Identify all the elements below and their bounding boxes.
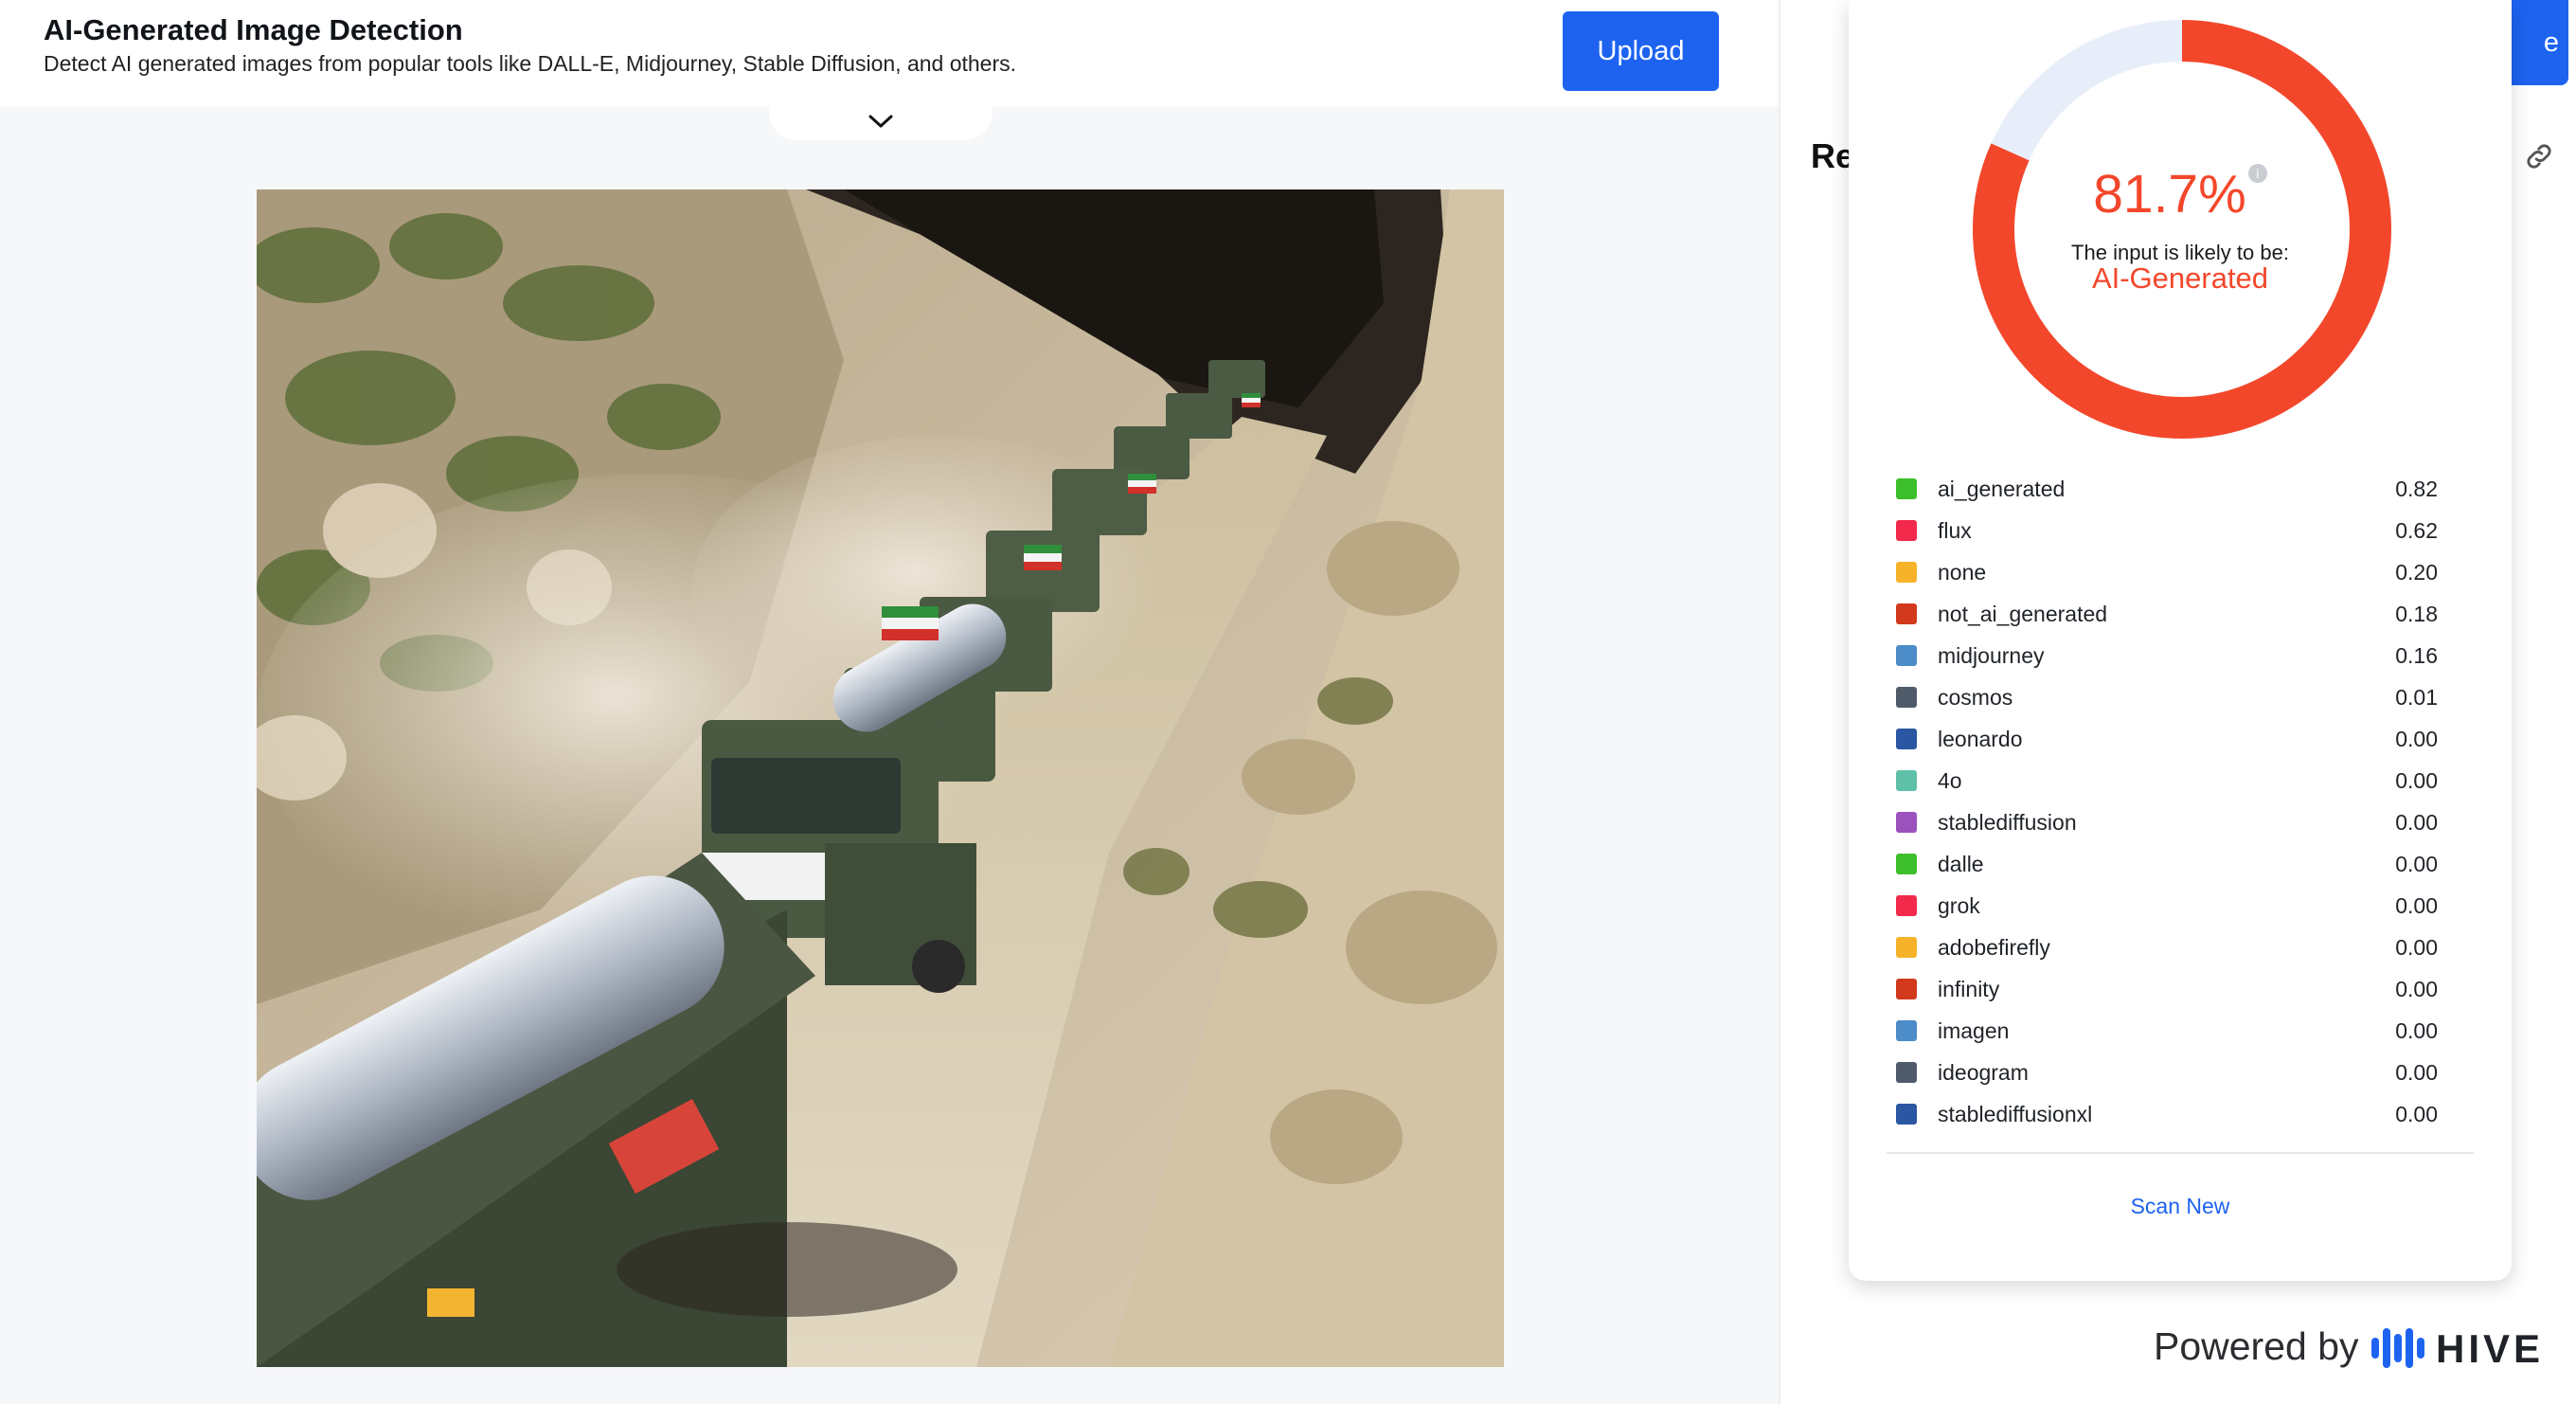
class-score: 0.16 (2395, 642, 2438, 668)
class-score: 0.62 (2395, 517, 2438, 543)
legend-swatch (1896, 729, 1917, 749)
class-score-row: grok 0.00 (1894, 885, 2438, 927)
class-score-row: 4o 0.00 (1894, 760, 2438, 801)
class-score-row: ai_generated 0.82 (1894, 468, 2438, 510)
header-bar: AI-Generated Image Detection Detect AI g… (0, 0, 1779, 106)
class-name: dalle (1938, 851, 1984, 876)
hive-logo[interactable]: HIVE (2370, 1317, 2559, 1377)
class-score-row: stablediffusion 0.00 (1894, 801, 2438, 843)
legend-swatch (1896, 770, 1917, 791)
class-name: 4o (1938, 767, 1962, 793)
class-name: stablediffusion (1938, 809, 2077, 835)
class-score: 0.00 (2395, 976, 2438, 1001)
legend-swatch (1896, 645, 1917, 666)
chevron-down-icon (868, 115, 893, 128)
legend-swatch (1896, 937, 1917, 958)
class-score: 0.20 (2395, 559, 2438, 585)
class-score-row: cosmos 0.01 (1894, 676, 2438, 718)
class-name: leonardo (1938, 726, 2023, 751)
class-name: none (1938, 559, 1987, 585)
link-icon[interactable] (2523, 140, 2555, 172)
legend-swatch (1896, 478, 1917, 499)
hive-brand-text: HIVE (2436, 1326, 2544, 1371)
class-score: 0.00 (2395, 767, 2438, 793)
powered-by-label: Powered by (2154, 1324, 2359, 1368)
legend-swatch (1896, 1062, 1917, 1083)
legend-swatch (1896, 1104, 1917, 1125)
class-name: stablediffusionxl (1938, 1101, 2093, 1126)
class-name: adobefirefly (1938, 934, 2050, 960)
class-score: 0.18 (2395, 601, 2438, 626)
page-subtitle: Detect AI generated images from popular … (44, 51, 1017, 76)
class-name: imagen (1938, 1017, 2010, 1043)
class-score-row: none 0.20 (1894, 551, 2438, 593)
page-title: AI-Generated Image Detection (44, 13, 463, 46)
detection-result-card: 81.7% i The input is likely to be: AI-Gen… (1849, 0, 2512, 1281)
class-score-row: ideogram 0.00 (1894, 1052, 2438, 1093)
class-name: midjourney (1938, 642, 2045, 668)
class-score: 0.00 (2395, 809, 2438, 835)
legend-swatch (1896, 520, 1917, 541)
legend-swatch (1896, 562, 1917, 583)
score-percentage-value: 81.7% (2093, 164, 2246, 225)
legend-swatch (1896, 687, 1917, 708)
class-score-row: leonardo 0.00 (1894, 718, 2438, 760)
convoy-photo (257, 189, 1504, 1367)
score-percentage: 81.7% i (1849, 163, 2512, 225)
class-score-row: imagen 0.00 (1894, 1010, 2438, 1052)
class-name: flux (1938, 517, 1972, 543)
class-name: ideogram (1938, 1059, 2029, 1085)
verdict-label: AI-Generated (2091, 261, 2269, 295)
class-score: 0.00 (2395, 1017, 2438, 1043)
legend-swatch (1896, 603, 1917, 624)
card-divider (1887, 1152, 2474, 1154)
class-score: 0.00 (2395, 1101, 2438, 1126)
class-score: 0.00 (2395, 892, 2438, 918)
legend-swatch (1896, 979, 1917, 999)
class-score-row: midjourney 0.16 (1894, 635, 2438, 676)
scan-new-link[interactable]: Scan New (1849, 1194, 2512, 1219)
score-donut-chart (1973, 20, 2391, 439)
legend-swatch (1896, 854, 1917, 874)
class-score-row: dalle 0.00 (1894, 843, 2438, 885)
class-score: 0.00 (2395, 1059, 2438, 1085)
class-score-row: not_ai_generated 0.18 (1894, 593, 2438, 635)
class-score-row: adobefirefly 0.00 (1894, 927, 2438, 968)
class-name: infinity (1938, 976, 2000, 1001)
legend-swatch (1896, 895, 1917, 916)
class-name: cosmos (1938, 684, 2013, 710)
class-score: 0.82 (2395, 476, 2438, 501)
info-icon[interactable]: i (2247, 164, 2267, 183)
class-score-list: ai_generated 0.82 flux 0.62 none 0.20 not_ai_g… (1894, 468, 2438, 1135)
class-score: 0.01 (2395, 684, 2438, 710)
class-score: 0.00 (2395, 851, 2438, 876)
class-name: grok (1938, 892, 1980, 918)
class-score-row: stablediffusionxl 0.00 (1894, 1093, 2438, 1135)
legend-swatch (1896, 812, 1917, 833)
class-score-row: infinity 0.00 (1894, 968, 2438, 1010)
class-score: 0.00 (2395, 726, 2438, 751)
collapse-toggle[interactable] (769, 102, 993, 140)
upload-button[interactable]: Upload (1563, 11, 1719, 91)
class-score: 0.00 (2395, 934, 2438, 960)
class-score-row: flux 0.62 (1894, 510, 2438, 551)
legend-swatch (1896, 1020, 1917, 1041)
uploaded-image-preview (257, 189, 1504, 1367)
class-name: not_ai_generated (1938, 601, 2108, 626)
class-name: ai_generated (1938, 476, 2066, 501)
